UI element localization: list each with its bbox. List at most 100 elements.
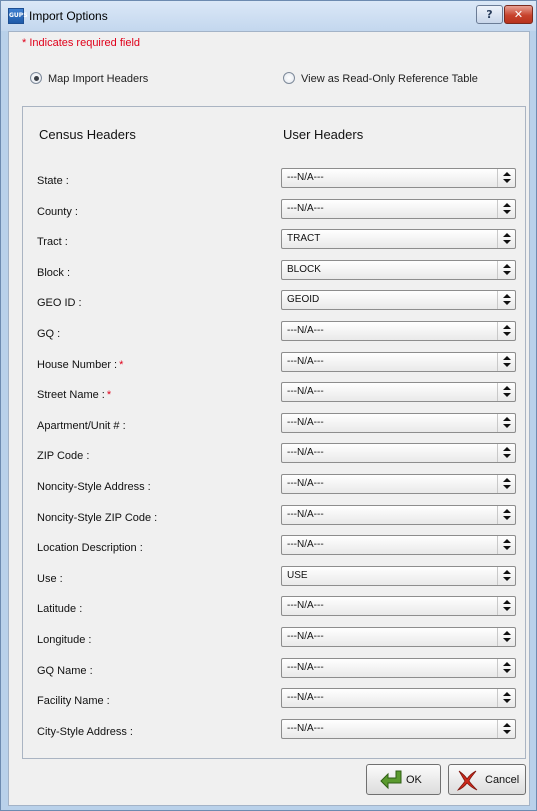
user-header-select-value: GEOID [287, 294, 320, 305]
radio-button-icon[interactable] [283, 72, 295, 84]
user-header-select-value: ---N/A--- [287, 662, 324, 673]
up-down-arrows-icon[interactable] [497, 383, 515, 401]
census-header-label-noncity-style-address: Noncity-Style Address : [37, 481, 151, 493]
user-header-select-apartment-unit[interactable]: ---N/A--- [281, 413, 516, 433]
census-header-label-gq: GQ : [37, 328, 60, 340]
census-header-text: House Number : [37, 359, 118, 371]
census-header-text: GQ Name : [37, 665, 93, 677]
census-header-label-facility-name: Facility Name : [37, 695, 110, 707]
map-import-headers-radio[interactable]: Map Import Headers [30, 72, 148, 85]
user-header-select-zip-code[interactable]: ---N/A--- [281, 443, 516, 463]
user-header-select-noncity-style-address[interactable]: ---N/A--- [281, 474, 516, 494]
up-down-arrows-icon[interactable] [497, 536, 515, 554]
census-header-label-zip-code: ZIP Code : [37, 450, 89, 462]
view-read-only-label: View as Read-Only Reference Table [301, 73, 478, 85]
user-header-select-value: ---N/A--- [287, 692, 324, 703]
user-headers-column-title: User Headers [283, 127, 364, 142]
up-down-arrows-icon[interactable] [497, 689, 515, 707]
census-headers-column-title: Census Headers [39, 127, 136, 142]
user-header-select-value: ---N/A--- [287, 203, 324, 214]
census-header-text: Longitude : [37, 634, 92, 646]
ok-button[interactable]: OK [366, 764, 441, 795]
user-header-select-longitude[interactable]: ---N/A--- [281, 627, 516, 647]
user-header-select-gq-name[interactable]: ---N/A--- [281, 658, 516, 678]
census-header-text: City-Style Address : [37, 726, 133, 738]
user-header-select-city-style-address[interactable]: ---N/A--- [281, 719, 516, 739]
census-header-text: Noncity-Style ZIP Code : [37, 512, 158, 524]
user-header-select-value: ---N/A--- [287, 478, 324, 489]
user-header-select-value: TRACT [287, 233, 321, 244]
user-header-select-county[interactable]: ---N/A--- [281, 199, 516, 219]
census-header-text: County : [37, 206, 78, 218]
up-down-arrows-icon[interactable] [497, 353, 515, 371]
close-button[interactable]: ✕ [504, 5, 533, 24]
census-header-label-street-name: Street Name : * [37, 389, 111, 401]
red-x-icon [456, 770, 478, 791]
up-down-arrows-icon[interactable] [497, 597, 515, 615]
user-header-select-block[interactable]: BLOCK [281, 260, 516, 280]
census-header-text: Tract : [37, 236, 68, 248]
user-header-select-facility-name[interactable]: ---N/A--- [281, 688, 516, 708]
ok-label: OK [406, 774, 422, 786]
up-down-arrows-icon[interactable] [497, 628, 515, 646]
up-down-arrows-icon[interactable] [497, 261, 515, 279]
required-field-note: * Indicates required field [22, 37, 141, 49]
cancel-label: Cancel [485, 774, 520, 786]
up-down-arrows-icon[interactable] [497, 291, 515, 309]
up-down-arrows-icon[interactable] [497, 444, 515, 462]
user-header-select-tract[interactable]: TRACT [281, 229, 516, 249]
census-header-label-gq-name: GQ Name : [37, 665, 93, 677]
user-header-select-gq[interactable]: ---N/A--- [281, 321, 516, 341]
view-read-only-radio[interactable]: View as Read-Only Reference Table [283, 72, 478, 85]
up-down-arrows-icon[interactable] [497, 414, 515, 432]
required-marker: * [106, 389, 112, 401]
required-marker: * [119, 359, 124, 371]
user-header-select-house-number[interactable]: ---N/A--- [281, 352, 516, 372]
user-header-select-geo-id[interactable]: GEOID [281, 290, 516, 310]
census-header-text: Location Description : [37, 542, 143, 554]
up-down-arrows-icon[interactable] [497, 322, 515, 340]
census-header-text: Block : [37, 267, 71, 279]
up-down-arrows-icon[interactable] [497, 475, 515, 493]
title-bar[interactable]: GUPS Import Options ? ✕ [1, 1, 536, 31]
up-down-arrows-icon[interactable] [497, 567, 515, 585]
census-header-label-tract: Tract : [37, 236, 68, 248]
census-header-label-location-description: Location Description : [37, 542, 143, 554]
census-header-label-state: State : [37, 175, 69, 187]
census-header-text: ZIP Code : [37, 450, 90, 462]
census-header-label-noncity-style-zip-code: Noncity-Style ZIP Code : [37, 512, 157, 524]
up-down-arrows-icon[interactable] [497, 230, 515, 248]
census-header-text: Apartment/Unit # : [37, 420, 126, 432]
user-header-select-value: ---N/A--- [287, 356, 324, 367]
census-header-text: Noncity-Style Address : [37, 481, 151, 493]
up-down-arrows-icon[interactable] [497, 506, 515, 524]
census-header-label-city-style-address: City-Style Address : [37, 726, 133, 738]
user-header-select-value: ---N/A--- [287, 417, 324, 428]
user-header-select-state[interactable]: ---N/A--- [281, 168, 516, 188]
user-header-select-value: ---N/A--- [287, 723, 324, 734]
user-header-select-street-name[interactable]: ---N/A--- [281, 382, 516, 402]
up-down-arrows-icon[interactable] [497, 200, 515, 218]
cancel-button[interactable]: Cancel [448, 764, 526, 795]
user-header-select-location-description[interactable]: ---N/A--- [281, 535, 516, 555]
user-header-select-value: USE [287, 570, 308, 581]
user-header-select-value: BLOCK [287, 264, 321, 275]
up-down-arrows-icon[interactable] [497, 659, 515, 677]
user-header-select-use[interactable]: USE [281, 566, 516, 586]
user-header-select-noncity-style-zip-code[interactable]: ---N/A--- [281, 505, 516, 525]
census-header-label-apartment-unit: Apartment/Unit # : [37, 420, 126, 432]
census-header-text: GEO ID : [37, 297, 82, 309]
user-header-select-value: ---N/A--- [287, 539, 324, 550]
radio-button-icon[interactable] [30, 72, 42, 84]
user-header-select-latitude[interactable]: ---N/A--- [281, 596, 516, 616]
user-header-select-value: ---N/A--- [287, 600, 324, 611]
up-down-arrows-icon[interactable] [497, 169, 515, 187]
help-button[interactable]: ? [476, 5, 503, 24]
green-arrow-icon [380, 770, 402, 790]
user-header-select-value: ---N/A--- [287, 386, 324, 397]
census-header-label-longitude: Longitude : [37, 634, 91, 646]
census-header-text: GQ : [37, 328, 61, 340]
census-header-text: Use : [37, 573, 63, 585]
up-down-arrows-icon[interactable] [497, 720, 515, 738]
census-header-text: Latitude : [37, 603, 83, 615]
